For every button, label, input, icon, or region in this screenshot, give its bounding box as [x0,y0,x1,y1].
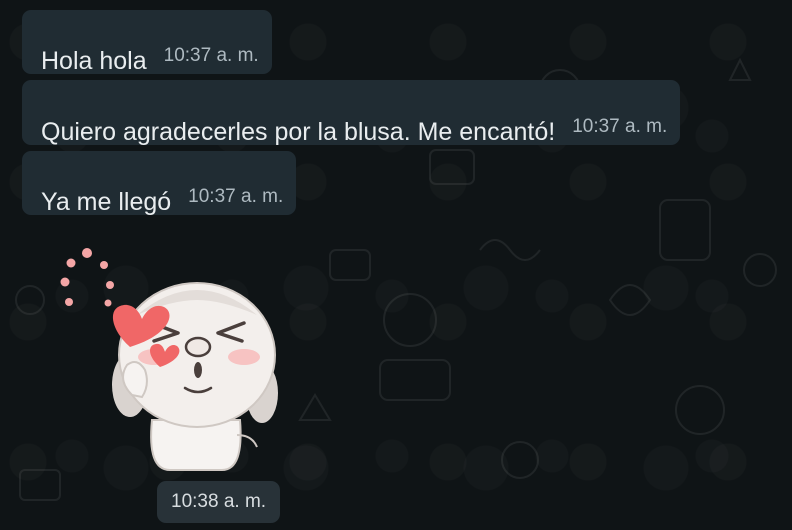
sticker-timestamp: 10:38 a. m. [157,481,281,523]
message-bubble[interactable]: Quiero agradecerles por la blusa. Me enc… [22,80,681,146]
message-bubble[interactable]: Ya me llegó 10:37 a. m. [22,151,297,216]
message-text: Ya me llegó [41,188,172,216]
message-bubble[interactable]: Hola hola 10:37 a. m. [22,10,272,74]
message-timestamp: 10:37 a. m. [188,186,284,207]
bunny-sticker-icon[interactable] [52,245,282,475]
message-timestamp: 10:37 a. m. [163,45,259,66]
message-timestamp: 10:37 a. m. [572,116,668,137]
message-text: Quiero agradecerles por la blusa. Me enc… [41,118,556,146]
message-text: Hola hola [41,47,147,75]
